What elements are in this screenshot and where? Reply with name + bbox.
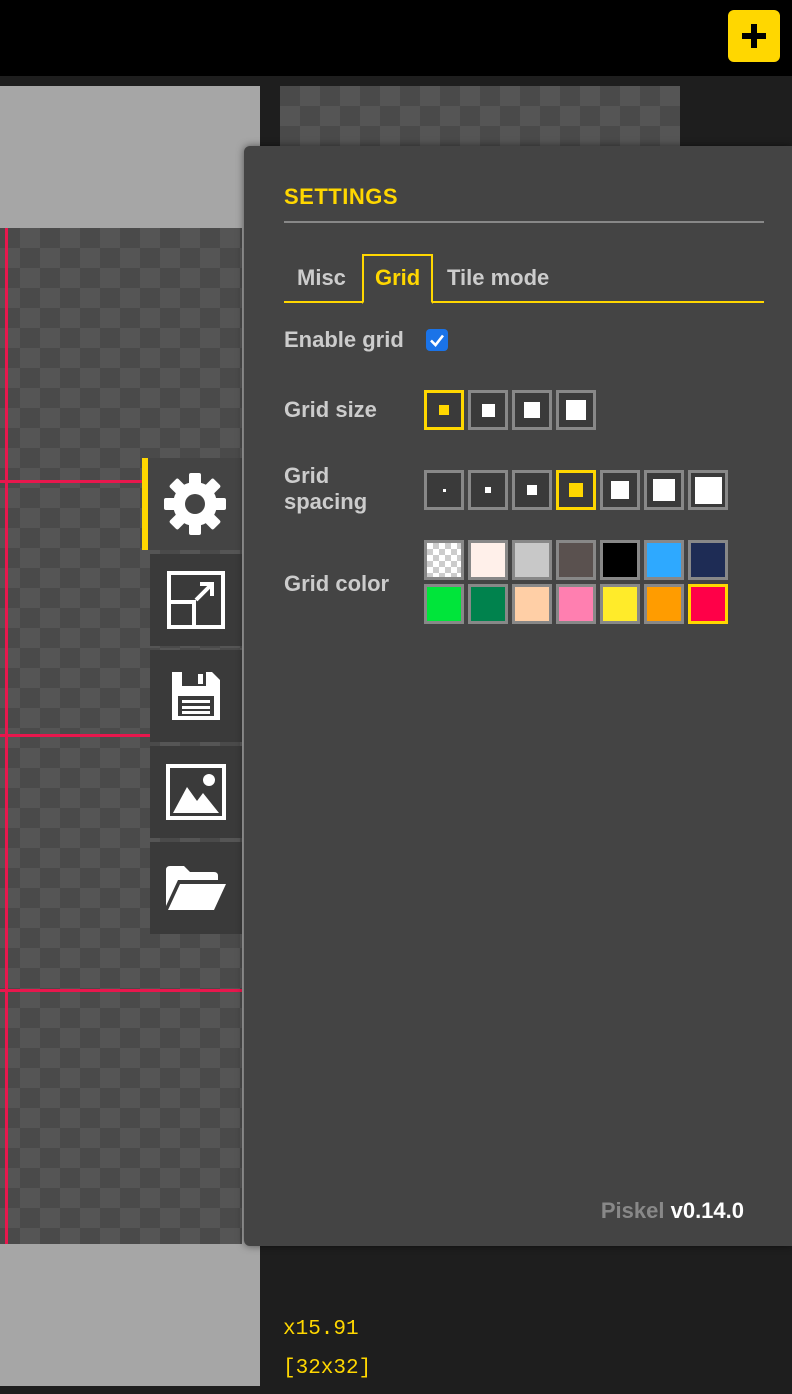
grid-color-swatch[interactable] bbox=[424, 584, 464, 624]
grid-color-swatch[interactable] bbox=[644, 540, 684, 580]
grid-spacing-option-5[interactable] bbox=[600, 470, 640, 510]
grid-line bbox=[0, 989, 242, 992]
new-piskel-button[interactable] bbox=[728, 10, 780, 62]
checkmark-icon bbox=[430, 334, 445, 347]
grid-color-swatch[interactable] bbox=[688, 540, 728, 580]
grid-color-swatch[interactable] bbox=[468, 540, 508, 580]
divider bbox=[284, 221, 764, 223]
tab-misc[interactable]: Misc bbox=[286, 254, 357, 303]
export-button[interactable] bbox=[150, 746, 242, 838]
grid-spacing-option-3[interactable] bbox=[512, 470, 552, 510]
zoom-level: x15.91 bbox=[283, 1318, 359, 1341]
enable-grid-label: Enable grid bbox=[284, 327, 404, 352]
tab-tile-mode[interactable]: Tile mode bbox=[436, 254, 560, 303]
image-export-icon bbox=[166, 764, 226, 820]
grid-spacing-label-line2: spacing bbox=[284, 489, 368, 514]
grid-spacing-option-6[interactable] bbox=[644, 470, 684, 510]
grid-spacing-option-7[interactable] bbox=[688, 470, 728, 510]
grid-color-swatch[interactable] bbox=[512, 540, 552, 580]
grid-spacing-label-line1: Grid bbox=[284, 463, 330, 488]
grid-size-option-4[interactable] bbox=[556, 390, 596, 430]
app-name: Piskel bbox=[600, 1198, 665, 1223]
enable-grid-checkbox[interactable] bbox=[426, 329, 448, 351]
grid-color-swatch[interactable] bbox=[600, 584, 640, 624]
resize-button[interactable] bbox=[150, 554, 242, 646]
grid-color-swatch[interactable] bbox=[644, 584, 684, 624]
settings-tabs: Misc Grid Tile mode bbox=[284, 254, 764, 304]
grid-color-swatch[interactable] bbox=[688, 584, 728, 624]
settings-panel: SETTINGS Misc Grid Tile mode Enable grid… bbox=[244, 146, 792, 1246]
resize-icon bbox=[167, 571, 225, 629]
grid-spacing-label: Grid spacing bbox=[284, 463, 367, 515]
grid-color-swatch[interactable] bbox=[468, 584, 508, 624]
grid-spacing-option-4[interactable] bbox=[556, 470, 596, 510]
grid-color-swatch[interactable] bbox=[600, 540, 640, 580]
plus-icon bbox=[742, 24, 766, 48]
import-button[interactable] bbox=[150, 842, 242, 934]
grid-color-swatch[interactable] bbox=[424, 540, 464, 580]
grid-size-label: Grid size bbox=[284, 397, 377, 422]
app-version: Piskel v0.14.0 bbox=[601, 1198, 744, 1224]
grid-spacing-option-2[interactable] bbox=[468, 470, 508, 510]
version-number: v0.14.0 bbox=[670, 1198, 744, 1223]
grid-color-label: Grid color bbox=[284, 571, 390, 596]
folder-open-icon bbox=[166, 866, 226, 910]
grid-color-swatch[interactable] bbox=[512, 584, 552, 624]
grid-size-option-3[interactable] bbox=[512, 390, 552, 430]
settings-button[interactable] bbox=[142, 458, 242, 550]
save-icon bbox=[172, 672, 220, 720]
grid-size-option-1[interactable] bbox=[424, 390, 464, 430]
save-button[interactable] bbox=[150, 650, 242, 742]
grid-size-option-2[interactable] bbox=[468, 390, 508, 430]
tab-grid[interactable]: Grid bbox=[362, 254, 434, 304]
top-bar bbox=[0, 0, 792, 76]
settings-title: SETTINGS bbox=[284, 184, 399, 209]
gear-icon bbox=[164, 473, 226, 535]
canvas-size: [32x32] bbox=[283, 1357, 372, 1380]
grid-color-swatch[interactable] bbox=[556, 584, 596, 624]
grid-spacing-option-1[interactable] bbox=[424, 470, 464, 510]
grid-color-swatch[interactable] bbox=[556, 540, 596, 580]
